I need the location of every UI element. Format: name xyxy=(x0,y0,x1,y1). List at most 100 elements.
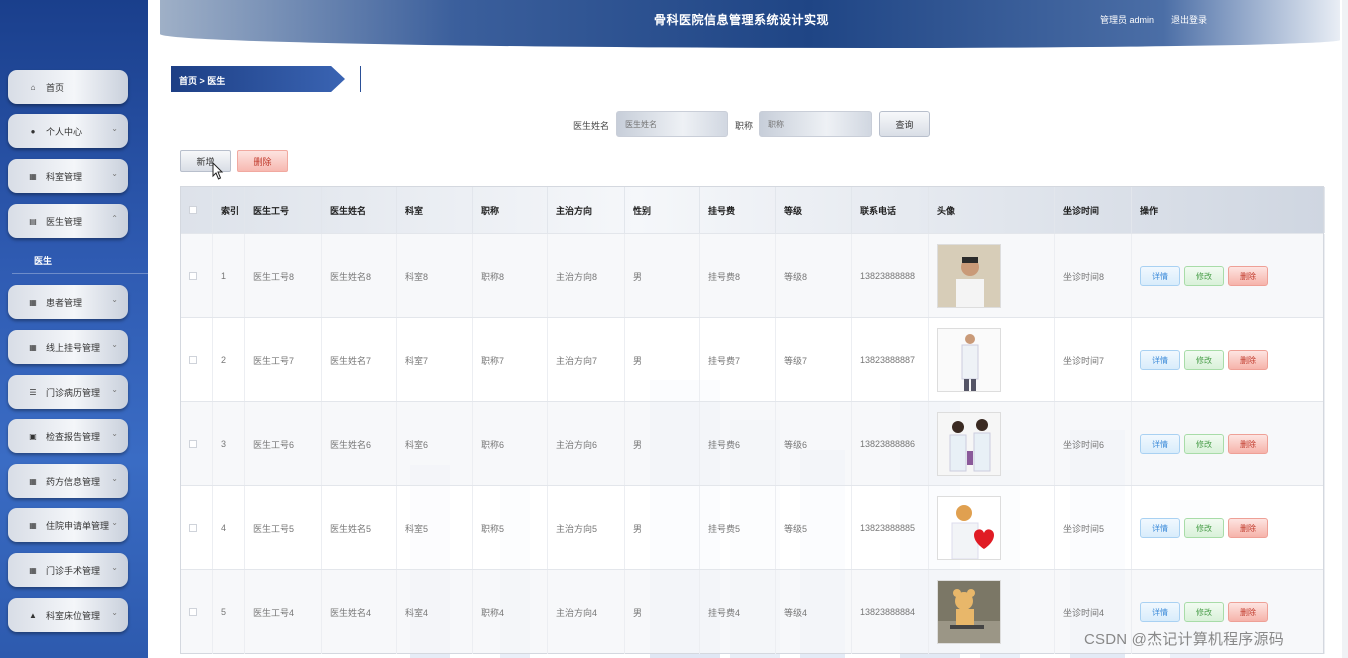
cell-gender: 男 xyxy=(625,570,700,654)
row-checkbox[interactable] xyxy=(189,524,197,532)
cell-name: 医生姓名4 xyxy=(322,570,397,654)
sidebar-item-9[interactable]: ▦ 住院申请单管理 ⌄ xyxy=(8,508,128,542)
sidebar-item-8[interactable]: ▦ 药方信息管理 ⌄ xyxy=(8,464,128,498)
column-header: 等级 xyxy=(776,187,852,233)
row-checkbox[interactable] xyxy=(189,440,197,448)
sidebar-item-6[interactable]: ☰ 门诊病历管理 ⌄ xyxy=(8,375,128,409)
detail-button[interactable]: 详情 xyxy=(1140,350,1180,370)
query-button[interactable]: 查询 xyxy=(879,111,930,137)
cell-title: 职称4 xyxy=(473,570,548,654)
sidebar-item-label: 个人中心 xyxy=(46,126,83,137)
chevron-up-icon[interactable]: ⌃ xyxy=(111,214,118,223)
edit-button[interactable]: 修改 xyxy=(1184,434,1224,454)
column-header: 挂号费 xyxy=(700,187,776,233)
breadcrumb-text: 首页 > 医生 xyxy=(179,76,226,86)
sidebar-item-7[interactable]: ▣ 检查报告管理 ⌄ xyxy=(8,419,128,453)
chevron-down-icon[interactable]: ⌄ xyxy=(111,124,118,133)
sidebar-item-11[interactable]: ▲ 科室床位管理 ⌄ xyxy=(8,598,128,632)
cell-level: 等级8 xyxy=(776,234,852,318)
cell-level: 等级7 xyxy=(776,318,852,402)
chevron-down-icon[interactable]: ⌄ xyxy=(111,340,118,349)
sidebar: ⌂ 首页 ● 个人中心 ⌄ ▦ 科室管理 ⌄ ▤ 医生管理 ⌃ ▦ 患者管理 ⌄ ▦ 线上挂号管理 ⌄ ☰ 门诊病历… xyxy=(0,0,148,658)
cell-title: 职称8 xyxy=(473,234,548,318)
sidebar-item-3[interactable]: ▤ 医生管理 ⌃ xyxy=(8,204,128,238)
sidebar-item-0[interactable]: ⌂ 首页 xyxy=(8,70,128,104)
logout-link[interactable]: 退出登录 xyxy=(1171,13,1207,26)
sidebar-item-label: 门诊手术管理 xyxy=(46,565,101,576)
cell-actions: 详情 修改 删除 xyxy=(1132,234,1325,318)
cell-specialty: 主治方向6 xyxy=(548,402,625,486)
cell-schedule: 坐诊时间8 xyxy=(1055,234,1132,318)
nurse-heart-photo xyxy=(937,496,1001,560)
chevron-down-icon[interactable]: ⌄ xyxy=(111,169,118,178)
doc-icon: ▤ xyxy=(29,216,37,226)
column-header: 联系电话 xyxy=(852,187,929,233)
column-header: 性别 xyxy=(625,187,700,233)
sidebar-item-label: 药方信息管理 xyxy=(46,476,101,487)
delete-button[interactable]: 删除 xyxy=(1228,434,1268,454)
cell-dept: 科室5 xyxy=(397,486,473,570)
batch-delete-button[interactable]: 删除 xyxy=(237,150,288,172)
person-icon: ▲ xyxy=(29,610,37,620)
cell-name: 医生姓名5 xyxy=(322,486,397,570)
table-header: 索引 医生工号 医生姓名 科室 职称 主治方向 性别 挂号费 等级 联系电话 头像 坐诊时间 操作 xyxy=(181,187,1325,233)
delete-button[interactable]: 删除 xyxy=(1228,518,1268,538)
sidebar-item-10[interactable]: ▦ 门诊手术管理 ⌄ xyxy=(8,553,128,587)
table-row: 3 医生工号6 医生姓名6 科室6 职称6 主治方向6 男挂号费6 等级6 1382388888… xyxy=(181,401,1325,486)
column-header: 索引 xyxy=(213,187,245,233)
cell-title: 职称7 xyxy=(473,318,548,402)
csdn-watermark: CSDN @杰记计算机程序源码 xyxy=(1084,631,1284,648)
row-checkbox[interactable] xyxy=(189,272,197,280)
edit-button[interactable]: 修改 xyxy=(1184,602,1224,622)
sidebar-item-label: 首页 xyxy=(46,82,65,93)
chevron-down-icon[interactable]: ⌄ xyxy=(111,295,118,304)
chevron-down-icon[interactable]: ⌄ xyxy=(111,429,118,438)
detail-button[interactable]: 详情 xyxy=(1140,602,1180,622)
detail-button[interactable]: 详情 xyxy=(1140,434,1180,454)
chevron-down-icon[interactable]: ⌄ xyxy=(111,518,118,527)
delete-button[interactable]: 删除 xyxy=(1228,602,1268,622)
sidebar-item-5[interactable]: ▦ 线上挂号管理 ⌄ xyxy=(8,330,128,364)
top-header: 骨科医院信息管理系统设计实现 管理员 admin 退出登录 xyxy=(160,0,1340,48)
chevron-down-icon[interactable]: ⌄ xyxy=(111,474,118,483)
chevron-down-icon[interactable]: ⌄ xyxy=(111,608,118,617)
sidebar-subitem-doctor[interactable]: 医生 xyxy=(34,254,52,267)
mouse-cursor-icon xyxy=(212,162,224,180)
cell-index: 5 xyxy=(213,570,245,654)
teddy-bear-photo xyxy=(937,580,1001,644)
doctor-name-input[interactable] xyxy=(616,111,728,137)
cell-phone: 13823888888 xyxy=(852,234,929,318)
cell-specialty: 主治方向4 xyxy=(548,570,625,654)
column-header: 坐诊时间 xyxy=(1055,187,1132,233)
row-checkbox[interactable] xyxy=(189,356,197,364)
sidebar-item-4[interactable]: ▦ 患者管理 ⌄ xyxy=(8,285,128,319)
detail-button[interactable]: 详情 xyxy=(1140,266,1180,286)
cell-avatar xyxy=(929,402,1055,486)
detail-button[interactable]: 详情 xyxy=(1140,518,1180,538)
cell-dept: 科室6 xyxy=(397,402,473,486)
select-all-checkbox[interactable] xyxy=(181,187,213,233)
title-input[interactable] xyxy=(759,111,872,137)
row-checkbox[interactable] xyxy=(189,608,197,616)
cell-avatar xyxy=(929,486,1055,570)
cell-title: 职称5 xyxy=(473,486,548,570)
edit-button[interactable]: 修改 xyxy=(1184,518,1224,538)
grid-icon: ▦ xyxy=(29,565,37,575)
scrollbar-track[interactable] xyxy=(1342,0,1348,658)
delete-button[interactable]: 删除 xyxy=(1228,350,1268,370)
sidebar-item-1[interactable]: ● 个人中心 ⌄ xyxy=(8,114,128,148)
sidebar-item-label: 医生管理 xyxy=(46,216,83,227)
delete-button[interactable]: 删除 xyxy=(1228,266,1268,286)
column-header: 医生姓名 xyxy=(322,187,397,233)
sidebar-item-2[interactable]: ▦ 科室管理 ⌄ xyxy=(8,159,128,193)
doctor-man-photo xyxy=(937,244,1001,308)
cell-actions: 详情 修改 删除 xyxy=(1132,486,1325,570)
cell-level: 等级4 xyxy=(776,570,852,654)
chevron-down-icon[interactable]: ⌄ xyxy=(111,563,118,572)
cell-phone: 13823888885 xyxy=(852,486,929,570)
chevron-down-icon[interactable]: ⌄ xyxy=(111,385,118,394)
edit-button[interactable]: 修改 xyxy=(1184,266,1224,286)
checkbox[interactable] xyxy=(189,206,197,214)
edit-button[interactable]: 修改 xyxy=(1184,350,1224,370)
column-header: 职称 xyxy=(473,187,548,233)
